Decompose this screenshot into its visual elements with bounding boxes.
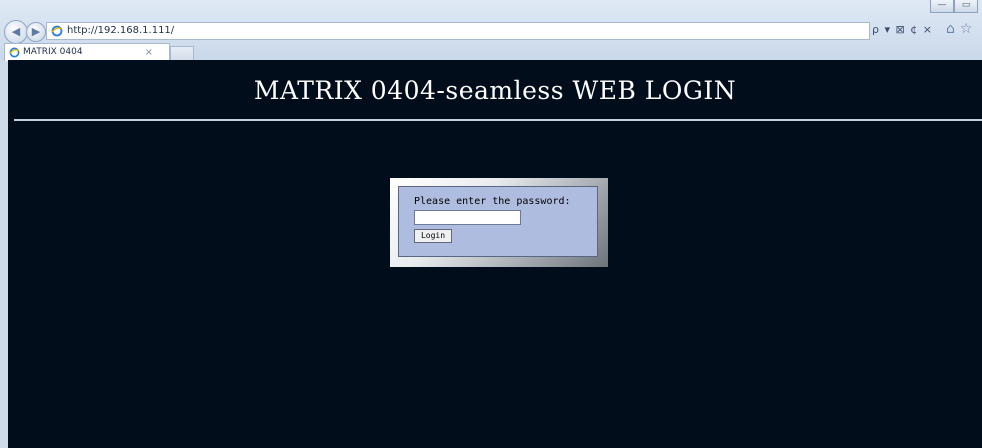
forward-arrow-icon: ▶ bbox=[31, 25, 41, 38]
title-divider bbox=[14, 119, 982, 121]
login-panel-frame: Please enter the password: Login bbox=[390, 178, 608, 267]
star-icon[interactable]: ☆ bbox=[960, 21, 978, 37]
tab-title: MATRIX 0404 bbox=[23, 47, 83, 57]
toolbar-icons: ⌂☆ bbox=[946, 21, 977, 37]
password-input[interactable] bbox=[414, 210, 521, 225]
minimize-button[interactable]: — bbox=[930, 0, 954, 13]
maximize-button[interactable]: ▭ bbox=[954, 0, 978, 13]
forward-button[interactable]: ▶ bbox=[26, 22, 46, 42]
login-button[interactable]: Login bbox=[414, 229, 452, 243]
browser-chrome: — ▭ ◀ ▶ http://192.168.1.111/ ρ ▾ ⊠ ¢ × … bbox=[0, 0, 982, 61]
page-title: MATRIX 0404-seamless WEB LOGIN bbox=[253, 76, 737, 105]
address-bar[interactable]: http://192.168.1.111/ bbox=[46, 22, 870, 40]
back-button[interactable]: ◀ bbox=[4, 20, 28, 44]
back-arrow-icon: ◀ bbox=[11, 25, 21, 38]
home-icon[interactable]: ⌂ bbox=[946, 21, 960, 37]
ie-icon bbox=[9, 47, 20, 58]
page-content: MATRIX 0404-seamless WEB LOGIN Please en… bbox=[8, 60, 982, 448]
window-controls: — ▭ bbox=[930, 0, 978, 13]
new-tab-button[interactable] bbox=[170, 46, 194, 60]
password-prompt: Please enter the password: bbox=[414, 196, 571, 207]
close-icon[interactable]: × bbox=[145, 44, 153, 61]
address-url: http://192.168.1.111/ bbox=[67, 25, 175, 36]
tab-matrix[interactable]: MATRIX 0404 × bbox=[4, 43, 170, 61]
address-tools[interactable]: ρ ▾ ⊠ ¢ × bbox=[872, 22, 933, 38]
login-panel: Please enter the password: Login bbox=[398, 186, 598, 257]
ie-icon bbox=[51, 25, 63, 37]
